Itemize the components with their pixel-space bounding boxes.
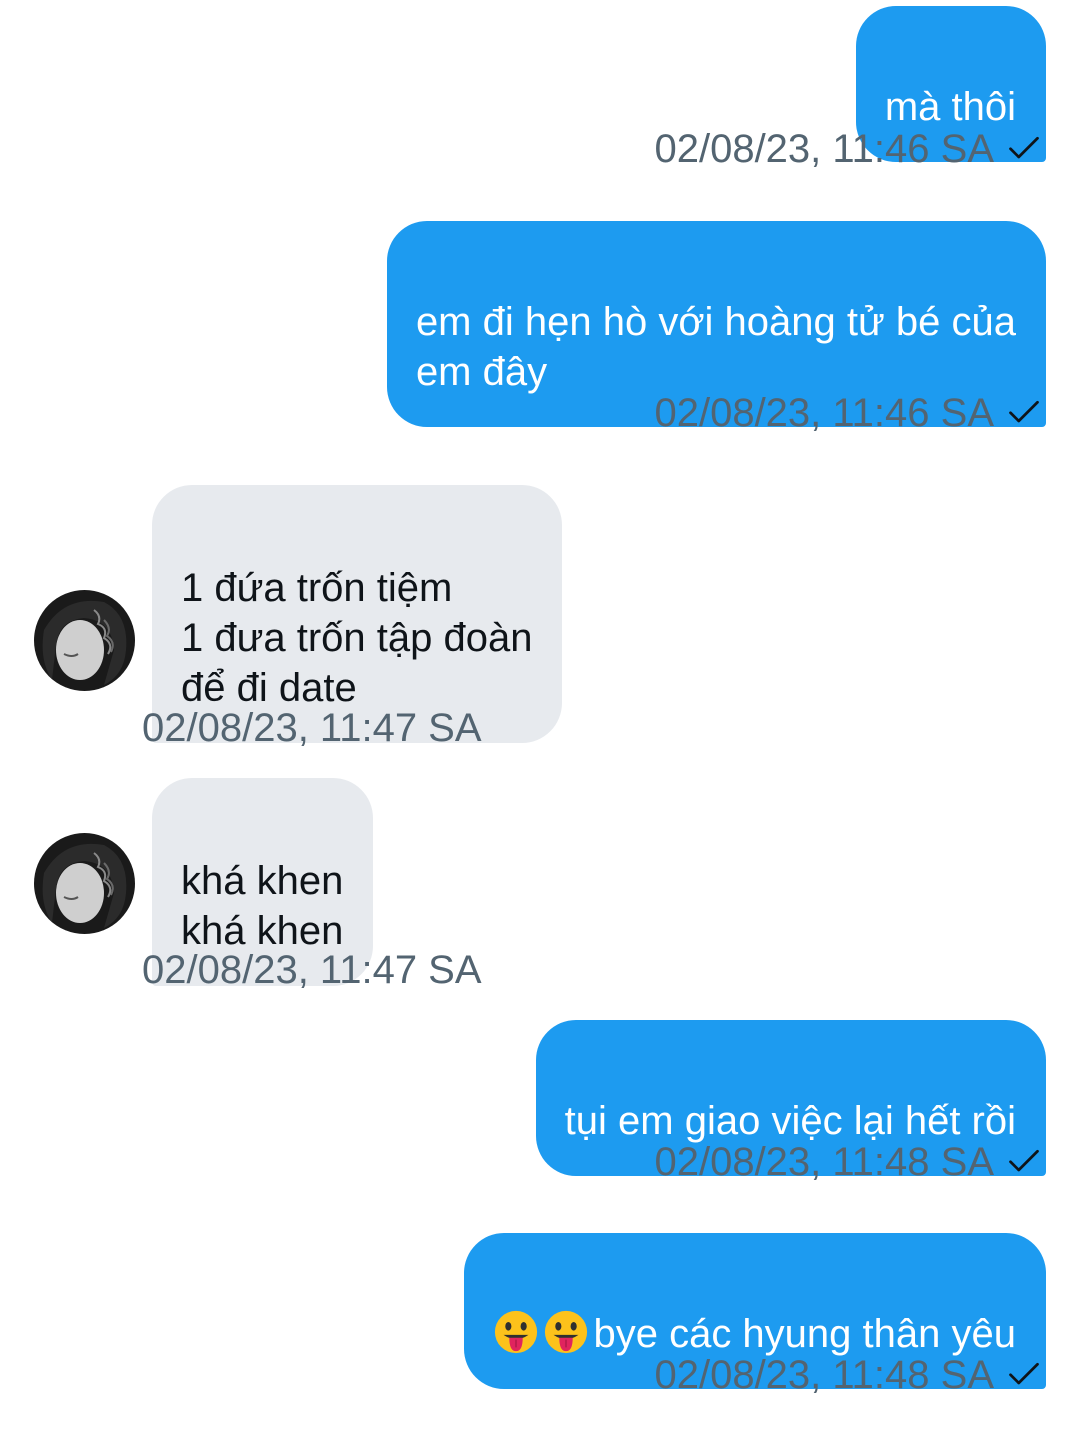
message-timestamp: 02/08/23, 11:47 SA	[142, 706, 482, 750]
message-timestamp: 02/08/23, 11:46 SA	[654, 125, 1042, 173]
avatar[interactable]	[34, 590, 135, 691]
message-timestamp: 02/08/23, 11:48 SA	[654, 1351, 1042, 1399]
face-with-tongue-icon	[495, 1310, 538, 1354]
message-text: khá khen khá khen	[181, 859, 344, 953]
message-timestamp: 02/08/23, 11:47 SA	[142, 948, 482, 992]
check-icon	[1009, 136, 1039, 159]
message-text: tụi em giao việc lại hết rồi	[564, 1099, 1016, 1143]
face-with-tongue-icon	[545, 1310, 588, 1354]
message-text: mà thôi	[884, 85, 1016, 129]
message-timestamp: 02/08/23, 11:48 SA	[654, 1138, 1042, 1186]
check-icon	[1009, 400, 1039, 423]
avatar-photo	[34, 833, 135, 934]
message-timestamp: 02/08/23, 11:46 SA	[654, 389, 1042, 437]
check-icon	[1009, 1362, 1039, 1385]
check-icon	[1009, 1149, 1039, 1172]
avatar[interactable]	[34, 833, 135, 934]
message-text: 1 đứa trốn tiệm 1 đưa trốn tập đoàn để đ…	[181, 566, 533, 710]
avatar-photo	[34, 590, 135, 691]
message-text: em đi hẹn hò với hoàng tử bé của em đây	[415, 300, 1016, 394]
message-text: bye các hyung thân yêu	[593, 1312, 1016, 1356]
